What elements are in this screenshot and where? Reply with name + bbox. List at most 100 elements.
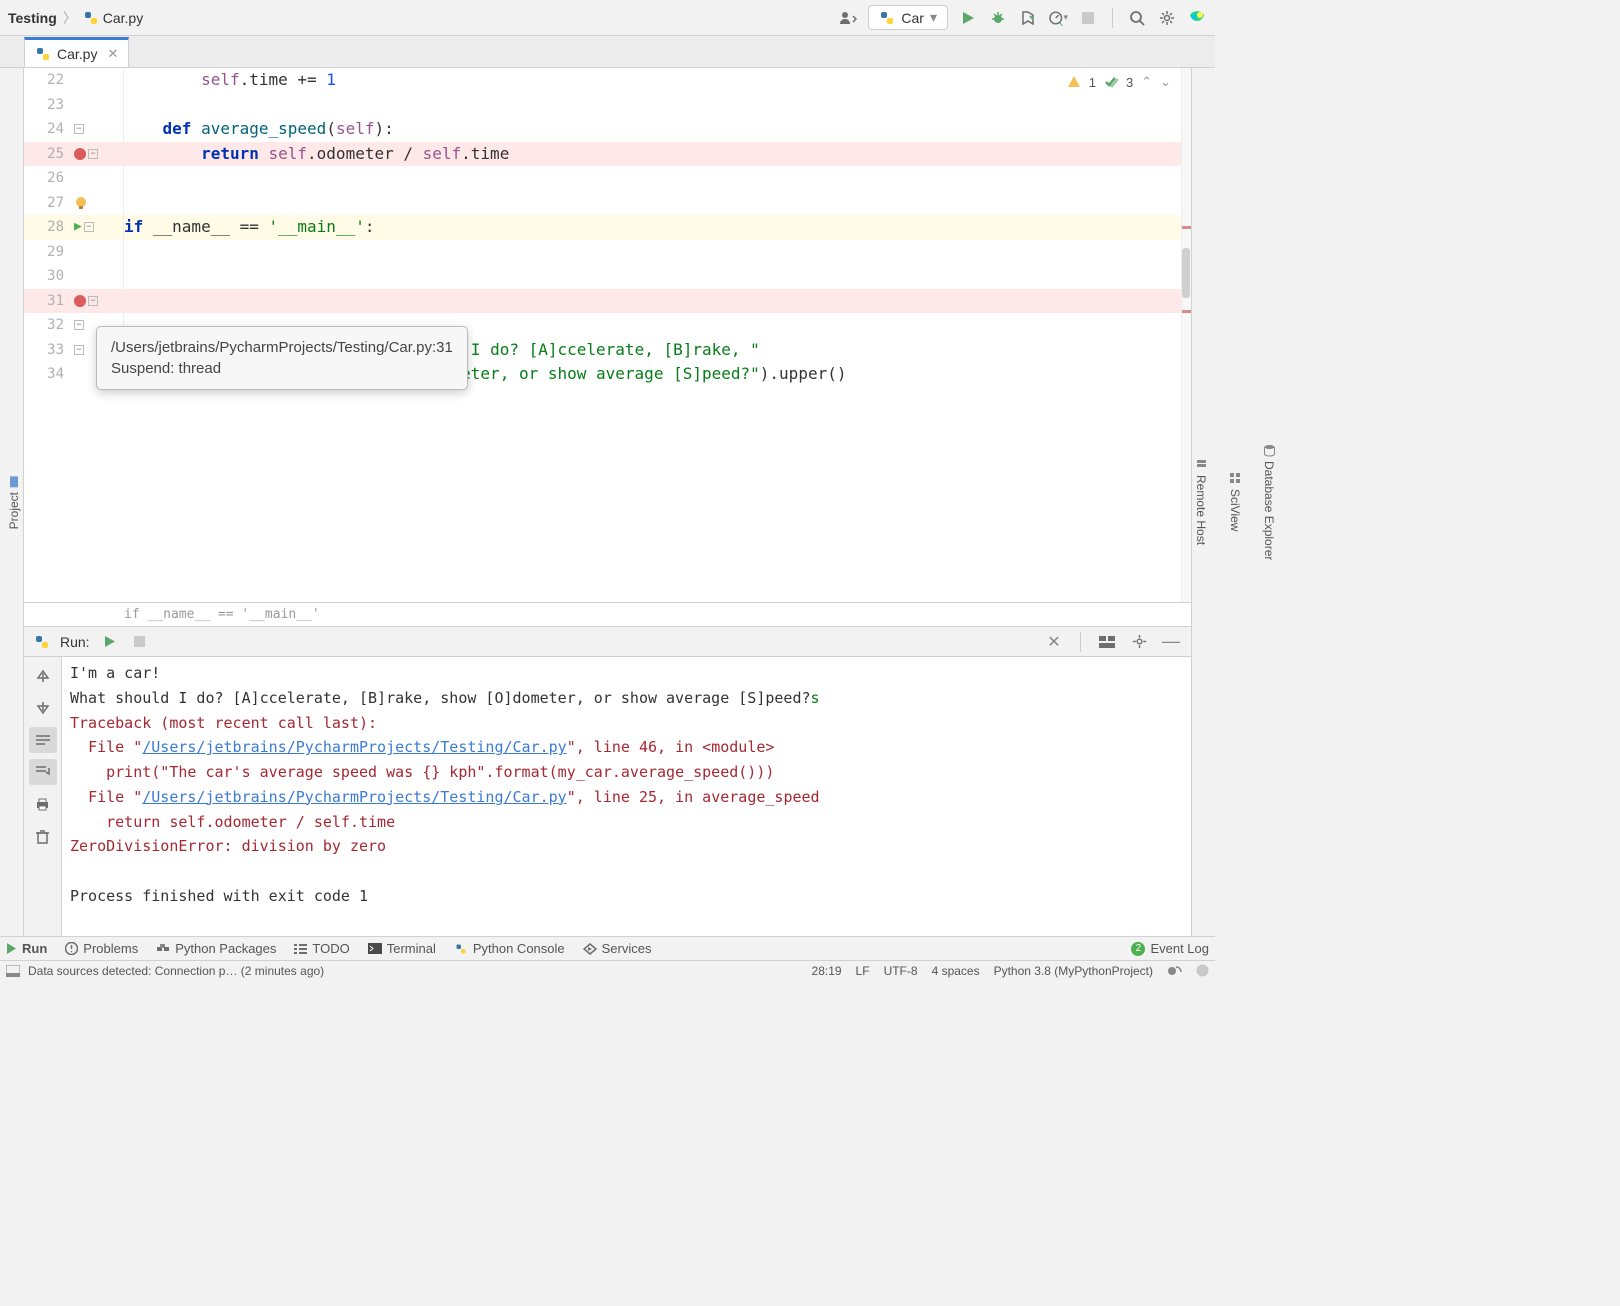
tool-problems[interactable]: Problems [65,941,138,956]
line-number: 31 [24,289,72,314]
error-stripe[interactable] [1181,68,1191,602]
interpreter[interactable]: Python 3.8 (MyPythonProject) [994,964,1153,978]
tool-python-console[interactable]: Python Console [454,941,565,956]
print-icon[interactable] [29,791,57,817]
up-stack-icon[interactable] [29,663,57,689]
tool-sciview[interactable]: SciView [1228,472,1242,531]
tool-project[interactable]: Project [7,475,21,529]
fold-icon[interactable]: − [74,124,84,134]
gutter[interactable] [72,191,124,216]
prev-highlight-icon[interactable]: ⌃ [1141,74,1152,90]
code-text: if __name__ == '__main__': [124,215,374,240]
tool-run[interactable]: Run [6,941,47,956]
console-output[interactable]: I'm a car! What should I do? [A]ccelerat… [62,657,1191,936]
stop-button [1078,8,1098,28]
tool-remote-host[interactable]: Remote Host [1194,458,1208,545]
editor-line[interactable]: 23 [24,93,1191,118]
run-toolbar [24,657,62,936]
tool-event-log[interactable]: 2Event Log [1131,941,1209,956]
tool-packages[interactable]: Python Packages [156,941,276,956]
tool-window-icon[interactable] [6,965,20,977]
rerun-icon[interactable] [100,632,120,652]
gutter[interactable]: − [72,289,124,314]
editor-line[interactable]: 28▶−if __name__ == '__main__': [24,215,1191,240]
breakpoint-icon[interactable] [74,295,86,307]
line-number: 24 [24,117,72,142]
status-bar: Data sources detected: Connection p… (2 … [0,960,1215,980]
traceback-link[interactable]: /Users/jetbrains/PycharmProjects/Testing… [142,788,566,806]
python-icon [879,10,895,26]
run-button[interactable] [958,8,978,28]
right-tool-gutter: Remote Host SciView Database Explorer [1191,68,1215,936]
jetbrains-icon[interactable] [1187,8,1207,28]
editor-line[interactable]: 26 [24,166,1191,191]
settings-icon[interactable] [1157,8,1177,28]
editor-line[interactable]: 31 − [24,289,1191,314]
line-number: 26 [24,166,72,191]
line-number: 28 [24,215,72,240]
search-icon[interactable] [1127,8,1147,28]
fold-icon[interactable]: − [74,345,84,355]
delete-icon[interactable] [29,823,57,849]
panel-settings-icon[interactable] [1129,632,1149,652]
fold-icon[interactable]: − [74,320,84,330]
soft-wrap-icon[interactable] [29,727,57,753]
gutter[interactable]: − [72,117,124,142]
editor-line[interactable]: 29 [24,240,1191,265]
fold-icon[interactable]: − [84,222,94,232]
fold-icon[interactable]: − [88,149,98,159]
close-panel-icon[interactable]: ✕ [1044,632,1064,652]
line-number: 34 [24,362,72,387]
debug-button[interactable] [988,8,1008,28]
tool-terminal[interactable]: Terminal [368,941,436,956]
fold-icon[interactable]: − [88,296,98,306]
intention-bulb-icon[interactable] [74,196,88,210]
gutter[interactable] [72,240,124,265]
memory-indicator-icon[interactable] [1196,964,1209,977]
editor-line[interactable]: 24− def average_speed(self): [24,117,1191,142]
layout-icon[interactable] [1097,632,1117,652]
breadcrumb-project[interactable]: Testing [8,10,57,26]
editor-line[interactable]: 25− return self.odometer / self.time [24,142,1191,167]
hide-panel-icon[interactable]: — [1161,632,1181,652]
run-gutter-icon[interactable]: ▶ [74,215,82,240]
gutter[interactable] [72,93,124,118]
line-number: 30 [24,264,72,289]
tool-todo[interactable]: TODO [294,941,349,956]
gutter[interactable] [72,166,124,191]
tab-car-py[interactable]: Car.py ✕ [24,37,129,67]
python-file-icon [35,46,51,62]
editor-line[interactable]: 30 [24,264,1191,289]
gutter[interactable]: ▶− [72,215,124,240]
breadcrumb-file[interactable]: Car.py [83,10,143,26]
profile-button[interactable]: ▾ [1048,8,1068,28]
code-editor[interactable]: 22 self.time += 12324− def average_speed… [24,68,1191,602]
add-user-icon[interactable] [838,8,858,28]
tool-database[interactable]: Database Explorer [1262,444,1276,560]
status-message[interactable]: Data sources detected: Connection p… (2 … [28,964,324,978]
editor-line[interactable]: 27 [24,191,1191,216]
down-stack-icon[interactable] [29,695,57,721]
traceback-link[interactable]: /Users/jetbrains/PycharmProjects/Testing… [142,738,566,756]
left-tool-gutter: Project Structure Favorites ★ [0,68,24,936]
scroll-to-end-icon[interactable] [29,759,57,785]
breakpoint-icon[interactable] [74,148,86,160]
close-tab-icon[interactable]: ✕ [107,46,118,62]
line-separator[interactable]: LF [856,964,870,978]
context-breadcrumb[interactable]: if __name__ == '__main__' [24,602,1191,626]
tool-services[interactable]: Services [583,941,652,956]
code-text: return self.odometer / self.time [124,142,509,167]
editor-line[interactable]: 22 self.time += 1 [24,68,1191,93]
coverage-button[interactable] [1018,8,1038,28]
gutter[interactable]: − [72,142,124,167]
gutter[interactable] [72,264,124,289]
caret-position[interactable]: 28:19 [812,964,842,978]
indent[interactable]: 4 spaces [932,964,980,978]
gutter[interactable] [72,68,124,93]
encoding[interactable]: UTF-8 [884,964,918,978]
next-highlight-icon[interactable]: ⌄ [1160,74,1171,90]
run-config-selector[interactable]: Car ▾ [868,5,948,30]
line-number: 27 [24,191,72,216]
inspections-widget[interactable]: 1 3 ⌃ ⌄ [1067,74,1171,90]
inspection-profile-icon[interactable] [1167,964,1182,977]
